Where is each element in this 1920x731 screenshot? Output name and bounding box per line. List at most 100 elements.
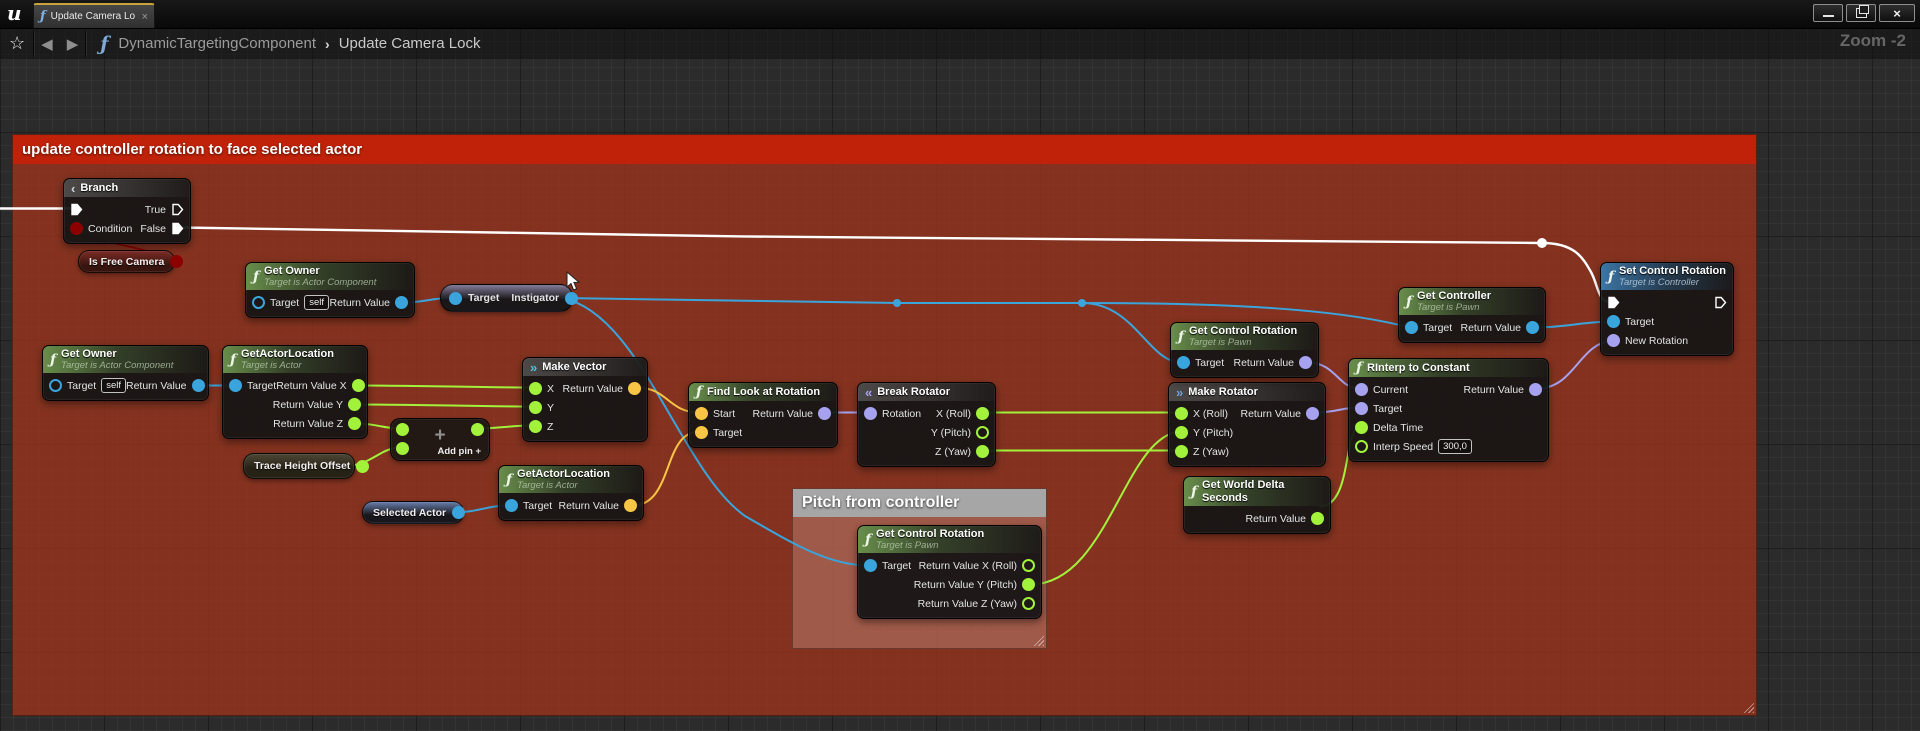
float-pin[interactable] (396, 442, 409, 455)
rotator-pin[interactable] (1529, 383, 1542, 396)
node-branch[interactable]: ‹BranchTrueConditionFalse (63, 178, 191, 244)
object-pin[interactable] (1607, 315, 1620, 328)
float-pin[interactable] (356, 460, 369, 473)
node-make-rotator[interactable]: »Make RotatorX (Roll)Return ValueY (Pitc… (1168, 382, 1326, 467)
object-pin[interactable] (452, 506, 465, 519)
pin-label: Target (67, 380, 96, 392)
node-get-control-rotation-pitch[interactable]: ƒGet Control RotationTarget is PawnTarge… (857, 525, 1042, 619)
rotator-pin[interactable] (1299, 356, 1312, 369)
vector-pin[interactable] (695, 407, 708, 420)
exec-pin[interactable] (1607, 296, 1620, 309)
node-get-owner-top[interactable]: ƒGet OwnerTarget is Actor ComponentTarge… (245, 262, 415, 318)
node-get-control-rotation-top[interactable]: ƒGet Control RotationTarget is PawnTarge… (1170, 322, 1319, 378)
float-pin[interactable] (1022, 597, 1035, 610)
tab-close-icon[interactable]: × (142, 11, 148, 23)
exec-pin[interactable] (70, 203, 83, 216)
rotator-pin[interactable] (1355, 402, 1368, 415)
float-pin[interactable] (1355, 440, 1368, 453)
node-get-actor-location-1[interactable]: ƒGetActorLocationTarget is ActorTargetRe… (222, 345, 368, 439)
float-pin[interactable] (976, 407, 989, 420)
float-pin[interactable] (348, 398, 361, 411)
vector-pin[interactable] (624, 499, 637, 512)
function-icon: ƒ (506, 473, 512, 487)
float-pin[interactable] (471, 423, 484, 436)
node-get-owner-left[interactable]: ƒGet OwnerTarget is Actor ComponentTarge… (42, 345, 209, 401)
tab-update-camera-lock[interactable]: ƒ Update Camera Lo × (33, 3, 155, 28)
breadcrumb-parent[interactable]: DynamicTargetingComponent (118, 35, 316, 52)
minimize-button[interactable] (1813, 4, 1843, 22)
rotator-pin[interactable] (1306, 407, 1319, 420)
object-pin[interactable] (49, 379, 62, 392)
exec-pin[interactable] (171, 203, 184, 216)
object-pin[interactable] (449, 292, 462, 305)
float-pin[interactable] (348, 417, 361, 430)
float-pin[interactable] (1022, 559, 1035, 572)
rotator-pin[interactable] (1607, 334, 1620, 347)
float-pin[interactable] (396, 423, 409, 436)
pin-label: Return Value (558, 500, 619, 512)
object-pin[interactable] (1526, 321, 1539, 334)
node-rinterp-to-constant[interactable]: ƒRInterp to ConstantCurrentReturn ValueT… (1348, 358, 1549, 462)
float-pin[interactable] (1355, 421, 1368, 434)
close-button[interactable]: × (1879, 4, 1915, 22)
node-set-control-rotation[interactable]: ƒSet Control RotationTarget is Controlle… (1600, 262, 1734, 356)
node-break-rotator[interactable]: «Break RotatorRotationX (Roll)Y (Pitch)Z… (857, 382, 996, 467)
pin-label: Current (1373, 384, 1408, 396)
add-pin-button[interactable]: Add pin + (437, 446, 481, 457)
back-arrow-icon[interactable]: ◀ (41, 35, 53, 53)
float-pin[interactable] (352, 379, 365, 392)
object-pin[interactable] (252, 296, 265, 309)
pin-label: Return Value (329, 297, 390, 309)
node-subtitle: Target is Actor (517, 481, 610, 491)
favorite-star-icon[interactable]: ☆ (9, 33, 25, 54)
float-pin[interactable] (976, 445, 989, 458)
float-pin[interactable] (529, 382, 542, 395)
node-is-free-camera[interactable]: Is Free Camera (78, 250, 175, 273)
bool-pin[interactable] (170, 255, 183, 268)
node-find-look-at-rotation[interactable]: ƒFind Look at RotationStartReturn ValueT… (688, 382, 838, 448)
rotator-pin[interactable] (1355, 383, 1368, 396)
node-trace-height-offset[interactable]: Trace Height Offset (243, 453, 355, 479)
object-pin[interactable] (505, 499, 518, 512)
window-title-bar[interactable]: u ƒ Update Camera Lo × × (0, 0, 1920, 29)
float-pin[interactable] (529, 420, 542, 433)
object-pin[interactable] (565, 292, 578, 305)
node-instigator[interactable]: TargetInstigator (440, 284, 573, 312)
node-get-controller[interactable]: ƒGet ControllerTarget is PawnTargetRetur… (1398, 287, 1546, 343)
object-pin[interactable] (395, 296, 408, 309)
float-pin[interactable] (1175, 426, 1188, 439)
exec-pin[interactable] (1714, 296, 1727, 309)
rotator-pin[interactable] (864, 407, 877, 420)
rotator-pin[interactable] (818, 407, 831, 420)
float-pin[interactable] (1022, 578, 1035, 591)
float-pin[interactable] (1175, 407, 1188, 420)
unreal-logo: u (7, 1, 22, 25)
exec-pin[interactable] (171, 222, 184, 235)
make-rotator-icon: » (1176, 386, 1183, 399)
object-pin[interactable] (229, 379, 242, 392)
forward-arrow-icon[interactable]: ▶ (67, 35, 79, 53)
object-pin[interactable] (1405, 321, 1418, 334)
breadcrumb-current[interactable]: Update Camera Lock (339, 35, 481, 52)
vector-pin[interactable] (628, 382, 641, 395)
node-selected-actor[interactable]: Selected Actor (362, 501, 464, 524)
pin-value-box[interactable]: 300,0 (1438, 439, 1472, 454)
pin-value-box[interactable]: self (101, 378, 126, 393)
float-pin[interactable] (1175, 445, 1188, 458)
node-subtitle: Target is Controller (1619, 278, 1726, 288)
float-pin[interactable] (529, 401, 542, 414)
pin-label: Y (Pitch) (1193, 427, 1233, 439)
float-pin[interactable] (976, 426, 989, 439)
restore-button[interactable] (1846, 4, 1876, 22)
object-pin[interactable] (1177, 356, 1190, 369)
node-add-float[interactable]: +Add pin + (390, 418, 490, 461)
object-pin[interactable] (864, 559, 877, 572)
object-pin[interactable] (192, 379, 205, 392)
node-get-actor-location-2[interactable]: ƒGetActorLocationTarget is ActorTargetRe… (498, 465, 644, 521)
vector-pin[interactable] (695, 426, 708, 439)
node-make-vector[interactable]: »Make VectorXReturn ValueYZ (522, 357, 648, 442)
float-pin[interactable] (1311, 512, 1324, 525)
node-get-world-delta-seconds[interactable]: ƒGet World Delta SecondsReturn Value (1183, 476, 1331, 534)
bool-pin[interactable] (70, 222, 83, 235)
pin-value-box[interactable]: self (304, 295, 329, 310)
